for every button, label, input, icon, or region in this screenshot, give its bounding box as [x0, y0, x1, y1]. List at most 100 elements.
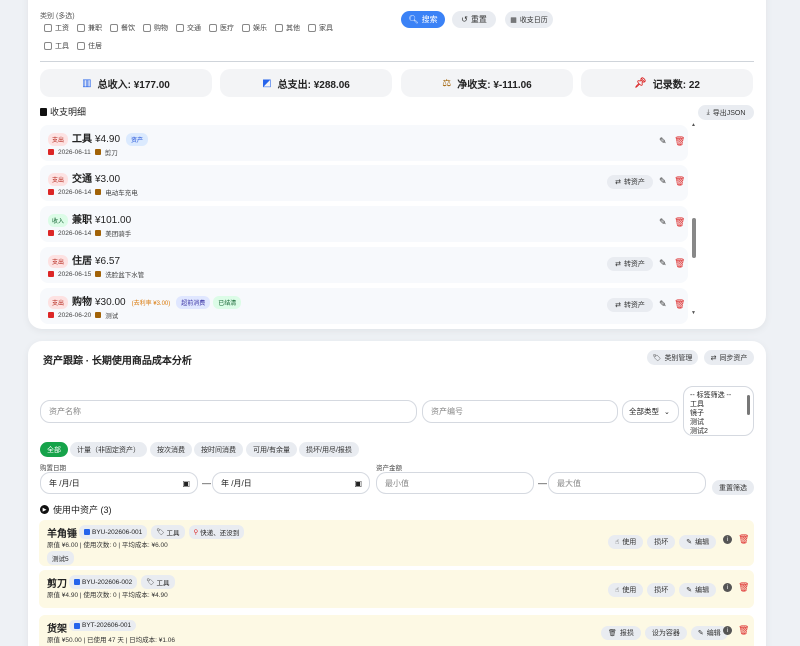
listbox-scrollbar[interactable]: [747, 395, 750, 415]
transfer-to-asset-button[interactable]: ⇄ 转资产: [607, 298, 653, 312]
edit-icon[interactable]: ✎: [659, 217, 667, 228]
asset-action-button[interactable]: ✎ 编辑: [679, 535, 717, 549]
asset-name-input[interactable]: 资产名称: [40, 400, 417, 423]
checkbox-box[interactable]: [176, 24, 184, 32]
record-title: 交通 ¥3.00: [72, 170, 120, 185]
category-checkbox[interactable]: 其他: [275, 23, 300, 33]
filter-tab-per-time[interactable]: 按时间消费: [194, 442, 243, 457]
hand-icon: ☝︎: [615, 587, 620, 594]
checkbox-box[interactable]: [44, 42, 52, 50]
edit-icon[interactable]: ✎: [659, 258, 667, 269]
category-checkbox[interactable]: 兼职: [77, 23, 102, 33]
transfer-to-asset-button[interactable]: ⇄ 转资产: [607, 257, 653, 271]
filter-tab-damaged[interactable]: 损坏/用尽/报损: [299, 442, 359, 457]
record-meta: 2026-06-15 洗脸盆下水管: [48, 269, 144, 279]
tag-option[interactable]: -- 标签筛选 --: [690, 391, 731, 400]
filter-tab-available[interactable]: 可用/有余量: [246, 442, 297, 457]
asset-name: 羊角锤: [47, 529, 77, 540]
net-stat: ⚖ 净收支: ¥-111.06: [401, 69, 573, 97]
trash-icon[interactable]: 🗑︎: [738, 625, 749, 636]
search-button[interactable]: 🔍︎ 搜索: [401, 11, 445, 28]
calendar-icon: [48, 271, 54, 277]
tag-option[interactable]: 镜子: [690, 409, 704, 418]
record-type-tag: 支出: [48, 296, 69, 309]
ledger-icon: [40, 107, 47, 116]
checkbox-box[interactable]: [209, 24, 217, 32]
asset-action-button[interactable]: ☝︎ 使用: [608, 583, 644, 597]
tag-filter-listbox[interactable]: -- 标签筛选 -- 工具 镜子 测试 测试2: [683, 386, 754, 436]
info-icon[interactable]: i: [723, 535, 732, 544]
checkbox-box[interactable]: [143, 24, 151, 32]
checkbox-box[interactable]: [44, 24, 52, 32]
calendar-icon: [48, 149, 54, 155]
ledger-scrollbar[interactable]: ▲ ▼: [691, 122, 697, 316]
min-amount-input[interactable]: 最小值: [376, 472, 534, 494]
date-to-input[interactable]: 年 /月/日 ▣: [212, 472, 370, 494]
checkbox-box[interactable]: [77, 24, 85, 32]
trash-icon[interactable]: 🗑︎: [738, 582, 749, 593]
asset-action-button[interactable]: 损坏: [647, 535, 676, 549]
record-date: 2026-06-11: [58, 148, 91, 156]
export-json-button[interactable]: ⤓ 导出JSON: [698, 105, 754, 120]
category-checkbox[interactable]: 住居: [77, 41, 102, 51]
tag-option[interactable]: 测试: [690, 418, 704, 427]
checkbox-box[interactable]: [110, 24, 118, 32]
asset-action-button[interactable]: 设为容器: [644, 626, 687, 640]
checkbox-box[interactable]: [77, 42, 85, 50]
record-date: 2026-06-15: [58, 270, 92, 278]
in-use-heading[interactable]: ▶ 使用中资产 (3): [40, 503, 112, 516]
category-checkbox[interactable]: 家具: [308, 23, 333, 33]
asset-action-button[interactable]: ✎ 编辑: [679, 583, 717, 597]
category-checkbox[interactable]: 娱乐: [242, 23, 267, 33]
swap-icon: ⇄: [615, 261, 621, 268]
assets-title: 资产跟踪 · 长期使用商品成本分析: [43, 356, 192, 367]
filter-tab-all[interactable]: 全部: [40, 442, 68, 457]
asset-type-select[interactable]: 全部类型 ⌄: [622, 400, 679, 423]
tag-option[interactable]: 测试2: [690, 427, 708, 435]
calendar-button[interactable]: ▦ 收支日历: [505, 11, 553, 28]
divider: [40, 61, 754, 62]
trash-icon[interactable]: 🗑︎: [674, 136, 685, 147]
reset-filter-button[interactable]: 重置筛选: [712, 480, 754, 495]
max-amount-input[interactable]: 最大值: [548, 472, 706, 494]
trash-icon[interactable]: 🗑︎: [674, 299, 685, 310]
edit-icon[interactable]: ✎: [659, 176, 667, 187]
trash-icon[interactable]: 🗑︎: [674, 176, 685, 187]
reset-button[interactable]: ↺ 重置: [452, 11, 496, 28]
category-checkbox[interactable]: 医疗: [209, 23, 234, 33]
edit-icon[interactable]: ✎: [659, 299, 667, 310]
edit-icon[interactable]: ✎: [659, 136, 667, 147]
checkbox-box[interactable]: [308, 24, 316, 32]
info-icon[interactable]: i: [723, 583, 732, 592]
asset-action-button[interactable]: ☝︎ 使用: [608, 535, 644, 549]
checkbox-box[interactable]: [242, 24, 250, 32]
category-checkbox[interactable]: 交通: [176, 23, 201, 33]
note-icon: [95, 271, 102, 277]
calendar-icon: [48, 189, 54, 195]
filter-tab-per-use[interactable]: 按次消费: [150, 442, 192, 457]
asset-action-button[interactable]: 损坏: [647, 583, 676, 597]
category-checkbox[interactable]: 餐饮: [110, 23, 135, 33]
date-from-input[interactable]: 年 /月/日 ▣: [40, 472, 198, 494]
asset-summary: 原值 ¥4.90 | 使用次数: 0 | 平均成本: ¥4.90: [47, 592, 168, 599]
record-title: 工具 ¥4.90 资产: [72, 130, 149, 146]
category-checkbox[interactable]: 工具: [44, 41, 69, 51]
trash-icon[interactable]: 🗑︎: [674, 258, 685, 269]
asset-code-input[interactable]: 资产编号: [422, 400, 618, 423]
checkbox-box[interactable]: [275, 24, 283, 32]
record-category: 兼职: [72, 215, 92, 226]
category-checkbox[interactable]: 工资: [44, 23, 69, 33]
category-management-button[interactable]: 🏷︎ 类别管理: [647, 350, 698, 365]
scrollbar-thumb[interactable]: [692, 218, 696, 258]
transfer-to-asset-button[interactable]: ⇄ 转资产: [607, 175, 653, 189]
category-checkbox[interactable]: 购物: [143, 23, 168, 33]
tag-option[interactable]: 工具: [690, 400, 704, 409]
trash-icon[interactable]: 🗑︎: [674, 217, 685, 228]
sync-assets-button[interactable]: ⇄ 同步资产: [704, 350, 754, 365]
filter-tab-metered[interactable]: 计量（非固定资产）: [70, 442, 147, 457]
record-note: 洗脸盆下水管: [105, 272, 145, 279]
asset-actions: ☝︎ 使用 损坏 ✎ 编辑: [608, 535, 717, 549]
trash-icon[interactable]: 🗑︎: [738, 534, 749, 545]
info-icon[interactable]: i: [723, 626, 732, 635]
asset-action-button[interactable]: 🗑︎ 报损: [601, 626, 641, 640]
